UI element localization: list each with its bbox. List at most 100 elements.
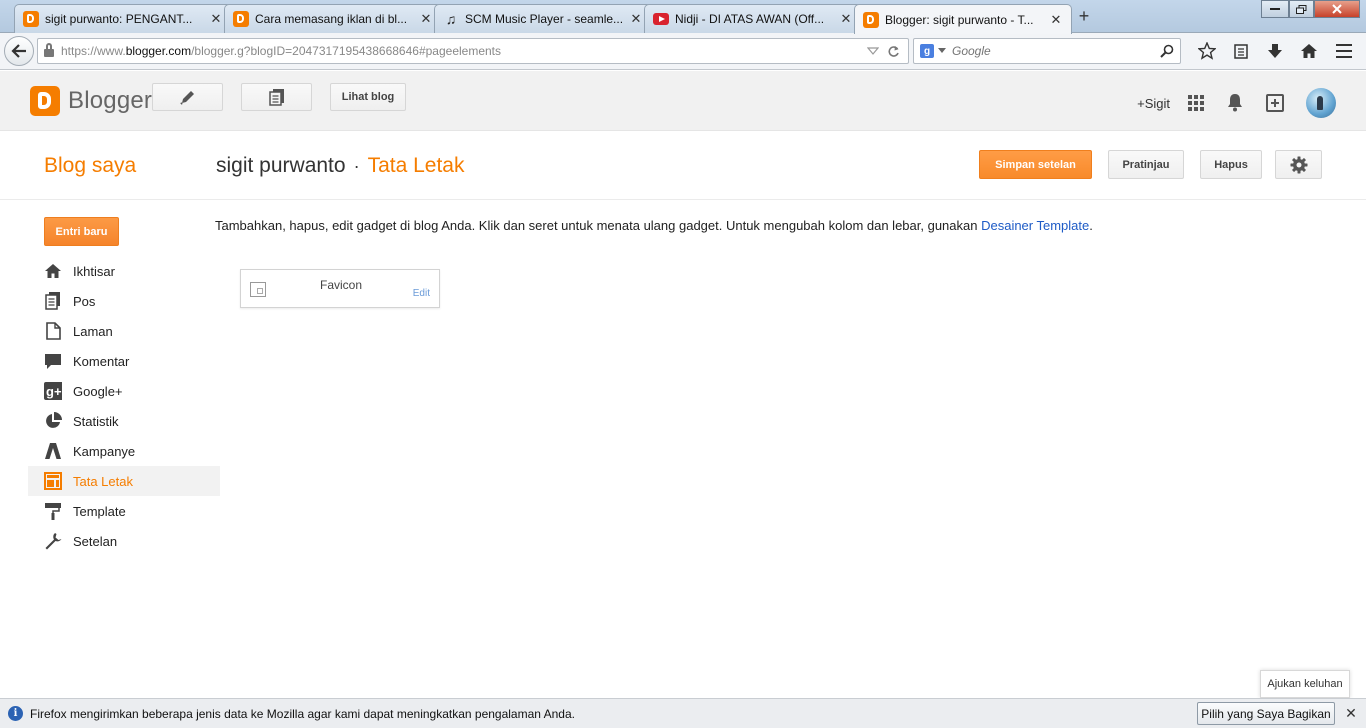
sidebar-item-settings[interactable]: Setelan [28,526,220,556]
sidebar-item-overview[interactable]: Ikhtisar [28,256,220,286]
posts-icon [268,89,284,106]
tab-3[interactable]: ♫ SCM Music Player - seamle... ✕ [434,4,652,33]
settings-button[interactable] [1275,150,1322,179]
gear-icon [1290,156,1307,173]
sidebar-item-comments[interactable]: Komentar [28,346,220,376]
info-icon: i [8,706,23,721]
tab-title: SCM Music Player - seamle... [465,12,624,26]
close-icon[interactable]: ✕ [629,11,643,27]
sidebar-item-pages[interactable]: Laman [28,316,220,346]
pencil-icon [179,91,194,105]
dropdown-arrow-icon[interactable] [867,46,879,56]
tab-title: sigit purwanto: PENGANT... [45,12,193,26]
sidebar-item-google-plus[interactable]: g+ Google+ [28,376,220,406]
maximize-button[interactable] [1289,0,1314,18]
sidebar-item-campaigns[interactable]: Kampanye [28,436,220,466]
blog-name[interactable]: sigit purwanto [216,154,346,177]
url-bar[interactable]: https://www.blogger.com/blogger.g?blogID… [37,38,909,64]
sidebar-item-label: Pos [73,293,96,309]
tab-2[interactable]: Cara memasang iklan di bl... ✕ [224,4,442,33]
blogger-icon [23,11,39,27]
sidebar-item-label: Laman [73,323,113,339]
blogger-logo-icon [30,86,60,116]
campaign-icon [44,442,62,460]
posts-list-button[interactable] [241,83,312,111]
wrench-icon [44,532,62,550]
svg-text:g+: g+ [46,384,62,399]
music-note-icon: ♫ [445,11,457,27]
firefox-notification-bar: i Firefox mengirimkan beberapa jenis dat… [0,698,1366,728]
minimize-icon [1270,8,1280,10]
sidebar-item-label: Google+ [73,383,123,399]
new-post-button[interactable]: Entri baru [44,217,119,246]
gadget-favicon[interactable]: Favicon Edit [240,269,440,308]
star-icon [1198,42,1216,60]
window-close-button[interactable] [1314,0,1360,18]
close-icon[interactable]: ✕ [1049,12,1063,28]
back-button[interactable] [4,36,34,66]
page-title-bar: Blog saya sigit purwanto · Tata Letak Simp… [0,132,1366,200]
home-button[interactable] [1292,38,1326,64]
blogger-header: Blogger Lihat blog +Sigit [0,71,1366,131]
tab-1[interactable]: sigit purwanto: PENGANT... ✕ [14,4,232,33]
breadcrumb-separator: · [353,156,360,176]
gadget-title: Favicon [319,278,363,292]
sidebar-item-template[interactable]: Template [28,496,220,526]
choose-what-i-share-button[interactable]: Pilih yang Saya Bagikan [1197,702,1335,725]
screen: sigit purwanto: PENGANT... ✕ Cara memasa… [0,0,1366,728]
url-text: https://www.blogger.com/blogger.g?blogID… [61,44,502,58]
sidebar-item-stats[interactable]: Statistik [28,406,220,436]
tab-title: Blogger: sigit purwanto - T... [885,12,1034,27]
view-blog-label: Lihat blog [341,91,395,103]
tab-4[interactable]: Nidji - DI ATAS AWAN (Off... ✕ [644,4,862,33]
bookmark-star-button[interactable] [1190,38,1224,64]
browser-tab-bar: sigit purwanto: PENGANT... ✕ Cara memasa… [0,0,1366,34]
bell-icon[interactable] [1226,92,1244,115]
browser-nav-bar: https://www.blogger.com/blogger.g?blogID… [0,33,1366,70]
sidebar-item-posts[interactable]: Pos [28,286,220,316]
close-icon[interactable]: ✕ [419,11,433,27]
apps-grid-icon[interactable] [1188,95,1204,111]
minimize-button[interactable] [1261,0,1289,18]
google-plus-icon: g+ [44,382,62,400]
avatar[interactable] [1306,88,1336,118]
downloads-button[interactable] [1258,38,1292,64]
search-input[interactable] [952,44,1160,58]
sidebar-item-label: Komentar [73,353,130,369]
blogger-logo[interactable]: Blogger [30,86,152,116]
google-plus-user-link[interactable]: +Sigit [1137,96,1170,111]
close-icon[interactable]: ✕ [209,11,223,27]
view-blog-button[interactable]: Lihat blog [330,83,406,111]
reading-list-button[interactable] [1224,38,1258,64]
add-share-icon[interactable] [1266,94,1284,112]
my-blogs-link[interactable]: Blog saya [44,154,136,178]
close-icon[interactable]: ✕ [839,11,853,27]
search-icon[interactable] [1160,44,1174,58]
arrow-left-icon [11,44,26,58]
sidebar-item-label: Tata Letak [73,473,133,489]
breadcrumb: sigit purwanto · Tata Letak [216,154,464,178]
save-settings-button[interactable]: Simpan setelan [979,150,1092,179]
new-tab-button[interactable]: + [1074,6,1094,27]
delete-button[interactable]: Hapus [1200,150,1262,179]
close-icon [1332,4,1342,14]
tab-title: Nidji - DI ATAS AWAN (Off... [675,12,825,26]
layout-icon [44,472,62,490]
search-bar[interactable]: g [913,38,1181,64]
send-feedback-button[interactable]: Ajukan keluhan [1260,670,1350,698]
google-search-engine-icon[interactable]: g [920,44,934,58]
tab-5-active[interactable]: Blogger: sigit purwanto - T... ✕ [854,4,1072,34]
home-icon [1301,44,1317,58]
comment-icon [44,352,62,370]
reload-icon[interactable] [887,45,900,58]
template-designer-link[interactable]: Desainer Template [981,218,1089,233]
preview-button[interactable]: Pratinjau [1108,150,1184,179]
gadget-edit-link[interactable]: Edit [413,288,430,299]
close-icon[interactable]: ✕ [1344,705,1358,722]
sidebar-item-layout[interactable]: Tata Letak [28,466,220,496]
hamburger-menu-icon[interactable] [1336,44,1352,62]
chevron-down-icon[interactable] [938,48,946,54]
blogger-logo-text: Blogger [68,87,153,114]
sidebar-item-label: Statistik [73,413,119,429]
new-post-pencil-button[interactable] [152,83,223,111]
